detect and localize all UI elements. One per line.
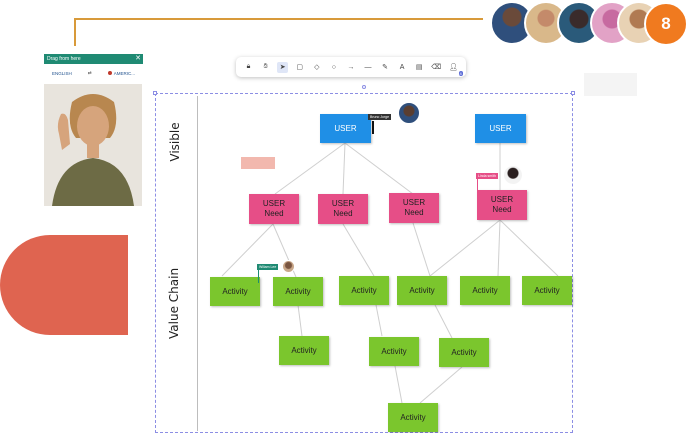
cursor-label-bruno: Bruno Jorge <box>368 114 392 120</box>
activity-note[interactable]: Activity <box>439 338 489 367</box>
user-need-note[interactable]: USER Need <box>477 190 527 220</box>
user-note[interactable]: USER <box>475 114 526 143</box>
user-need-note[interactable]: USER Need <box>318 194 368 224</box>
collaborator-avatar <box>398 102 420 124</box>
cursor-label-william: Wiliam Lee <box>257 264 279 270</box>
activity-note[interactable]: Activity <box>397 276 447 305</box>
user-note[interactable]: USER <box>320 114 371 143</box>
activity-note[interactable]: Activity <box>369 337 419 366</box>
activity-note[interactable]: Activity <box>339 276 389 305</box>
activity-note[interactable]: Activity <box>273 277 323 306</box>
activity-note[interactable]: Activity <box>210 277 260 306</box>
cursor-pointer <box>477 179 478 190</box>
cursor-label-linda: Linda smith <box>476 173 498 179</box>
collaborator-avatar <box>282 260 295 273</box>
cursor-pointer <box>258 270 259 283</box>
activity-note[interactable]: Activity <box>522 276 572 305</box>
user-need-note[interactable]: USER Need <box>389 193 439 223</box>
collaborator-avatar <box>503 165 523 185</box>
activity-note[interactable]: Activity <box>460 276 510 305</box>
activity-note[interactable]: Activity <box>279 336 329 365</box>
text-caret <box>372 121 374 134</box>
user-need-note[interactable]: USER Need <box>249 194 299 224</box>
